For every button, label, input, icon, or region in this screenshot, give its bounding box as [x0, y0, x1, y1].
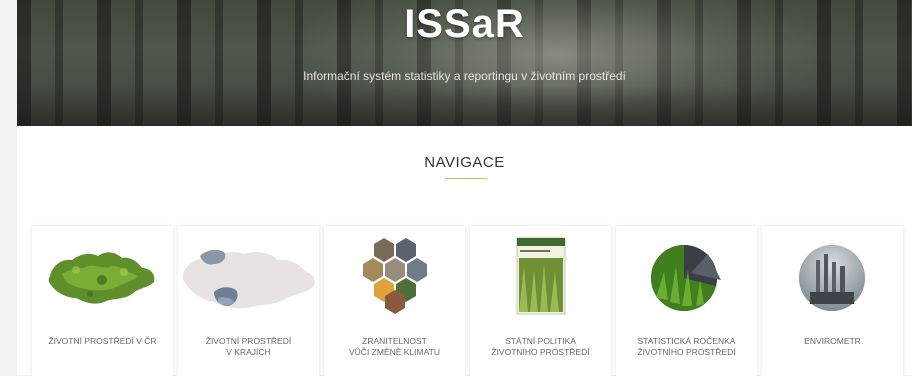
climate-hexagons-icon	[324, 236, 465, 316]
card-zranitelnost[interactable]: ZRANITELNOST VŮČI ZMĚNĚ KLIMATU	[324, 226, 465, 376]
card-label: STÁTNÍ POLITIKA ŽIVOTNÍHO PROSTŘEDÍ	[491, 336, 590, 357]
regions-map-icon	[178, 236, 319, 316]
card-label: ŽIVOTNÍ PROSTŘEDÍ V ČR	[48, 336, 157, 346]
card-label: ENVIROMETR	[804, 336, 861, 346]
card-zivotni-prostredi-kraje[interactable]: ŽIVOTNÍ PROSTŘEDÍ V KRAJÍCH	[178, 226, 319, 376]
navigation-section: NAVIGACE ŽIVOTNÍ PROSTŘEDÍ V ČR ŽIVOTNÍ …	[17, 126, 912, 376]
policy-document-icon	[470, 236, 611, 316]
envirometr-factory-icon	[762, 236, 903, 316]
site-title[interactable]: ISSaR	[17, 2, 912, 47]
czech-map-green-icon	[32, 236, 173, 316]
card-label: ZRANITELNOST VŮČI ZMĚNĚ KLIMATU	[349, 336, 440, 357]
card-envirometr[interactable]: ENVIROMETR	[762, 226, 903, 376]
site-subtitle: Informační systém statistiky a reporting…	[303, 69, 626, 83]
yearbook-pie-icon	[616, 236, 757, 316]
card-zivotni-prostredi-cr[interactable]: ŽIVOTNÍ PROSTŘEDÍ V ČR	[32, 226, 173, 376]
card-statni-politika[interactable]: STÁTNÍ POLITIKA ŽIVOTNÍHO PROSTŘEDÍ	[470, 226, 611, 376]
card-statisticka-rocenka[interactable]: STATISTICKÁ ROČENKA ŽIVOTNÍHO PROSTŘEDÍ	[616, 226, 757, 376]
hero-banner: ISSaR Informační systém statistiky a rep…	[17, 0, 912, 126]
heading-underline	[445, 178, 487, 179]
card-label: ŽIVOTNÍ PROSTŘEDÍ V KRAJÍCH	[205, 336, 292, 357]
navigation-heading: NAVIGACE	[424, 154, 505, 171]
card-label: STATISTICKÁ ROČENKA ŽIVOTNÍHO PROSTŘEDÍ	[637, 336, 736, 357]
